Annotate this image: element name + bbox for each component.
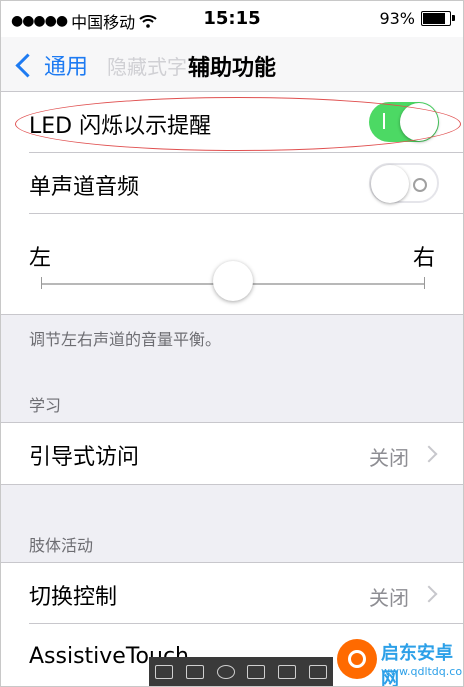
- chevron-right-icon: [420, 445, 438, 463]
- watermark-url: www.qdltdq.com: [381, 665, 464, 678]
- battery-percent: 93%: [379, 9, 415, 28]
- save-icon[interactable]: [247, 665, 266, 679]
- toggle-off-mark: [413, 178, 427, 192]
- guided-access-value: 关闭: [369, 446, 409, 470]
- navigation-bar: 通用 隐藏式字 辅助功能: [1, 37, 463, 92]
- highlight-ellipse: [15, 97, 461, 151]
- status-right: 93%: [379, 9, 455, 28]
- watermark: 启东安卓网 www.qdltdq.com: [333, 633, 463, 687]
- mono-audio-toggle[interactable]: [369, 163, 439, 203]
- page-title: 辅助功能: [187, 56, 276, 81]
- fit-icon[interactable]: [185, 665, 204, 679]
- mono-audio-label: 单声道音频: [29, 175, 140, 200]
- divider: [1, 314, 463, 315]
- battery-icon: [421, 11, 455, 26]
- watermark-title: 启东安卓网: [381, 643, 453, 687]
- crop-icon[interactable]: [155, 665, 174, 679]
- watermark-logo-icon: [337, 639, 377, 679]
- switch-control-label: 切换控制: [29, 585, 118, 610]
- row-guided-access[interactable]: 引导式访问 关闭: [1, 423, 463, 484]
- rotate-icon[interactable]: [216, 665, 235, 679]
- row-switch-control[interactable]: 切换控制 关闭: [1, 563, 463, 624]
- switch-control-value: 关闭: [369, 586, 409, 610]
- slider-tick-left: [41, 277, 42, 289]
- balance-left-label: 左: [29, 246, 52, 271]
- row-mono-audio[interactable]: 单声道音频: [1, 153, 463, 214]
- battery-fill: [423, 13, 446, 24]
- balance-right-label: 右: [412, 246, 435, 271]
- section-header-learning: 学习: [29, 396, 62, 415]
- balance-slider-thumb[interactable]: [213, 261, 253, 301]
- section-header-physical: 肢体活动: [29, 536, 94, 555]
- divider: [1, 484, 463, 485]
- settings-screen: ●●●●● 中国移动 15:15 93% 通用 隐藏式字 辅助功能 LED 闪烁…: [0, 0, 464, 687]
- copy-icon[interactable]: [277, 665, 296, 679]
- status-bar: ●●●●● 中国移动 15:15 93%: [1, 1, 463, 37]
- balance-footnote: 调节左右声道的音量平衡。: [29, 330, 222, 349]
- screenshot-toolbar: [149, 657, 333, 686]
- toggle-knob: [371, 165, 409, 203]
- slider-tick-right: [424, 277, 425, 289]
- share-icon[interactable]: [308, 665, 327, 679]
- chevron-right-icon: [420, 585, 438, 603]
- guided-access-label: 引导式访问: [29, 445, 140, 470]
